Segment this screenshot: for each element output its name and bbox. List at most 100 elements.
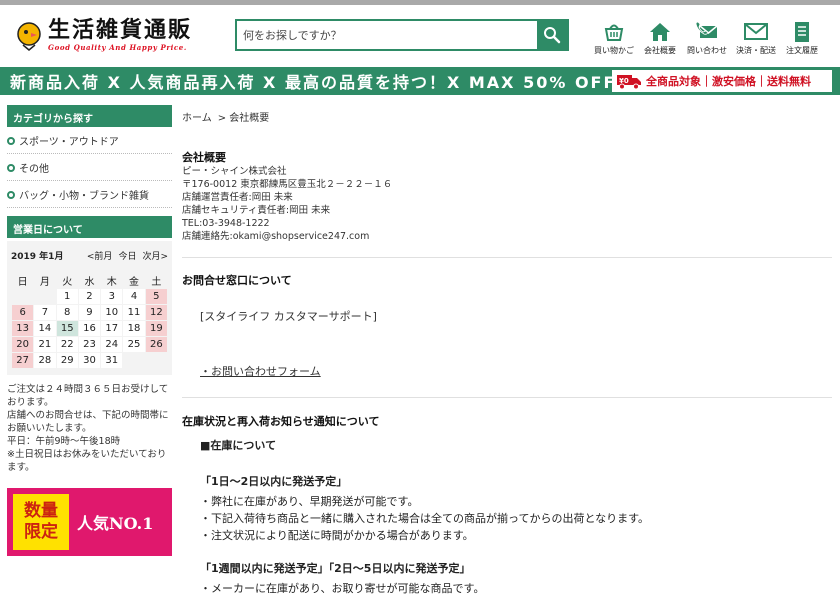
banner-right-text: 全商品対象｜激安価格｜送料無料: [646, 75, 811, 88]
nav-cart[interactable]: 買い物かご: [592, 21, 636, 56]
truck-icon: ¥0: [617, 75, 641, 90]
calendar-week-row: 20 21 22 23 24 25 26: [12, 337, 167, 352]
company-line: TEL:03-3948-1222: [182, 218, 270, 229]
stock-item: ・注文状況により配送に時間がかかる場合があります。: [200, 529, 474, 542]
company-title: 会社概要: [182, 151, 226, 164]
calendar-next[interactable]: 次月>: [142, 249, 168, 262]
company-section: 会社概要 ピー・シャイン株式会社 〒176-0012 東京都練馬区豊玉北２－２２…: [182, 149, 832, 258]
nav-company[interactable]: 会社概要: [638, 21, 682, 56]
site-header: 生活雑貨通販 Good Quality And Happy Price. 買い物…: [0, 5, 840, 67]
document-icon: [795, 22, 809, 42]
stock-body: ■在庫について 「1日〜2日以内に発送予定」 ・弊社に在庫があり、早期発送が可能…: [200, 437, 832, 597]
breadcrumb-home[interactable]: ホーム: [182, 109, 212, 124]
calendar-weekday: 木: [106, 277, 117, 288]
main-content: ホーム > 会社概要 会社概要 ピー・シャイン株式会社 〒176-0012 東京…: [182, 109, 832, 597]
category-item-sports[interactable]: スポーツ・アウトドア: [7, 127, 172, 154]
calendar-day: 28: [34, 353, 56, 368]
breadcrumb: ホーム > 会社概要: [182, 109, 832, 124]
calendar-day: 29: [56, 353, 78, 368]
site-logo[interactable]: 生活雑貨通販 Good Quality And Happy Price.: [16, 19, 192, 52]
nav-history[interactable]: 注文履歴: [782, 21, 822, 56]
calendar-day: 23: [78, 337, 101, 352]
calendar-day: 18: [123, 321, 145, 336]
calendar-day: 22: [56, 337, 78, 352]
calendar-day: 16: [78, 321, 101, 336]
calendar-day: 3: [101, 289, 123, 304]
calendar-day: 17: [101, 321, 123, 336]
shipping-label: 「1週間以内に発送予定」「2日〜5日以内に発送予定」: [200, 562, 471, 575]
nav-contact[interactable]: 問い合わせ: [684, 21, 730, 56]
note-line: 平日：午前9時〜午後18時: [7, 436, 121, 447]
calendar-weekday: 水: [84, 277, 95, 288]
search-box: [235, 19, 569, 51]
calendar-day: 31: [101, 353, 123, 368]
stock-item: ・弊社に在庫があり、早期発送が可能です。: [200, 495, 419, 508]
calendar-day: 9: [78, 305, 101, 320]
bullet-icon: [7, 136, 15, 145]
calendar-day: 4: [123, 289, 145, 304]
calendar-empty: [146, 353, 167, 368]
promo-text: 人気NO.1: [77, 514, 154, 533]
calendar-empty: [34, 289, 55, 304]
nav-payment[interactable]: 決済・配送: [732, 21, 780, 56]
sidebar: カテゴリから探す スポーツ・アウトドア その他 バッグ・小物・ブランド雑貨 営業…: [7, 105, 172, 556]
business-calendar: 2019 年1月 <前月 今日 次月> 日月火水木金土 1 2 3 4 5 6 7 8 9 10 11…: [7, 241, 172, 375]
limited-top: 数量: [24, 501, 58, 521]
calendar-day: 26: [145, 337, 167, 352]
category-item-bags[interactable]: バッグ・小物・ブランド雑貨: [7, 181, 172, 208]
logo-title: 生活雑貨通販: [48, 17, 193, 43]
nav-cart-label: 買い物かご: [594, 46, 634, 55]
calendar-day: 25: [123, 337, 145, 352]
mail-icon: [744, 23, 768, 40]
nav-company-label: 会社概要: [644, 46, 676, 55]
stock-subheading: ■在庫について: [200, 439, 277, 452]
truck-badge: ¥0: [619, 77, 629, 85]
calendar-day: 21: [34, 337, 56, 352]
company-line: 店舗セキュリティ責任者:岡田 未来: [182, 205, 331, 216]
calendar-grid: 日月火水木金土 1 2 3 4 5 6 7 8 9 10 11 12 13 14 15 16 17 18 19 20 21…: [11, 272, 168, 369]
company-line: ピー・シャイン株式会社: [182, 166, 287, 177]
calendar-empty: [12, 289, 33, 304]
calendar-day: 30: [78, 353, 101, 368]
calendar-day: 15: [56, 321, 78, 336]
stock-title: 在庫状況と再入荷お知らせ通知について: [182, 415, 380, 428]
contact-title: お問合せ窓口について: [182, 274, 292, 287]
calendar-day: 2: [78, 289, 101, 304]
calendar-day: 1: [56, 289, 78, 304]
category-item-other[interactable]: その他: [7, 154, 172, 181]
calendar-day: 12: [145, 305, 167, 320]
business-days-heading: 営業日について: [7, 216, 172, 238]
promo-banner-ranking[interactable]: 数量 限定 人気NO.1: [7, 488, 172, 556]
contact-form-link[interactable]: ・お問い合わせフォーム: [200, 363, 321, 379]
calendar-day: 10: [101, 305, 123, 320]
calendar-prev[interactable]: <前月: [87, 249, 113, 262]
nav-payment-label: 決済・配送: [736, 46, 776, 55]
calendar-weekday: 土: [151, 277, 162, 288]
company-line: 店舗運営責任者:岡田 未来: [182, 192, 293, 203]
calendar-day: 20: [12, 337, 34, 352]
promo-banner[interactable]: 新商品入荷 X 人気商品再入荷 X 最高の品質を持つ！X MAX 50% OFF…: [0, 67, 840, 95]
calendar-month: 2019 年1月: [11, 252, 64, 262]
limited-bottom: 限定: [24, 522, 58, 542]
calendar-weekday-row: 日月 火水木 金土: [12, 273, 167, 288]
stock-section: 在庫状況と再入荷お知らせ通知について ■在庫について 「1日〜2日以内に発送予定…: [182, 398, 832, 597]
search-input[interactable]: [237, 21, 537, 49]
search-button[interactable]: [537, 21, 567, 49]
calendar-week-row: 13 14 15 16 17 18 19: [12, 321, 167, 336]
note-line: 店舗へのお問合せは、下記の時間帯にお願いいたします。: [7, 410, 169, 434]
note-line: ご注文は２４時間３６５日お受けしております。: [7, 384, 169, 408]
calendar-week-row: 6 7 8 9 10 11 12: [12, 305, 167, 320]
limited-box: 数量 限定: [13, 494, 69, 550]
calendar-weekday: 火: [62, 277, 73, 288]
calendar-day: 27: [12, 353, 34, 368]
calendar-today[interactable]: 今日: [118, 249, 136, 262]
search-icon: [544, 27, 561, 44]
calendar-day: 11: [123, 305, 145, 320]
calendar-day: 5: [145, 289, 167, 304]
calendar-day: 19: [145, 321, 167, 336]
cart-icon: [604, 24, 624, 41]
category-label: その他: [19, 164, 49, 175]
calendar-day: 6: [12, 305, 34, 320]
bullet-icon: [7, 163, 15, 172]
home-icon: [650, 23, 670, 41]
